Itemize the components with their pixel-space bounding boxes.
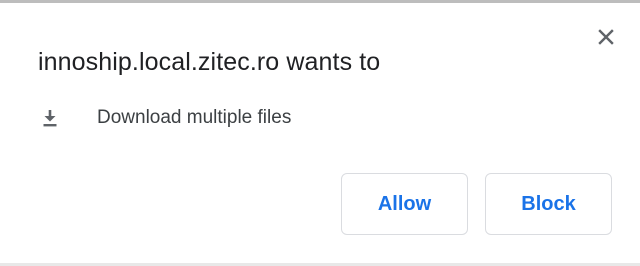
dialog-title: innoship.local.zitec.ro wants to (38, 48, 381, 76)
close-button[interactable] (594, 25, 618, 49)
permission-item: Download multiple files (40, 107, 291, 129)
block-button[interactable]: Block (485, 173, 612, 235)
download-icon (40, 108, 60, 128)
permission-dialog: innoship.local.zitec.ro wants to Downloa… (0, 0, 640, 266)
permission-label: Download multiple files (97, 107, 292, 128)
close-icon (594, 25, 618, 49)
allow-button[interactable]: Allow (341, 173, 468, 235)
